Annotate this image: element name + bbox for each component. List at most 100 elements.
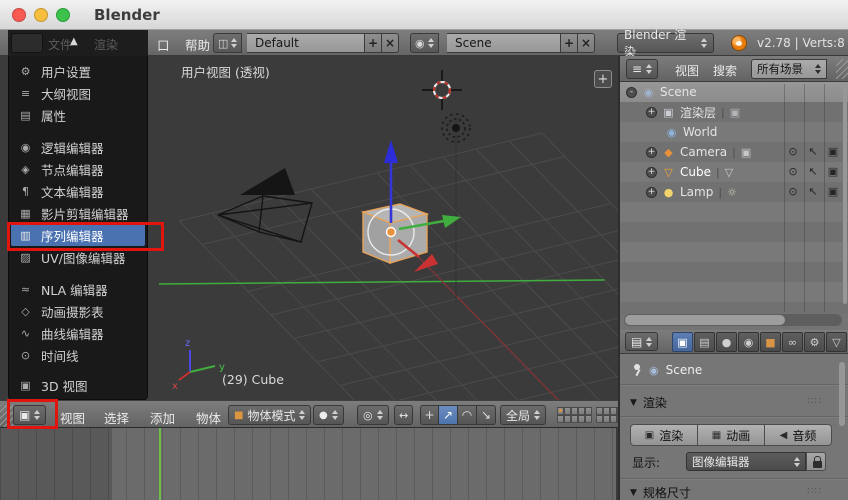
lock-interface-button[interactable] (806, 452, 826, 471)
editor-type-button-pressed[interactable] (11, 33, 43, 53)
graph-icon: ∿ (20, 326, 31, 340)
object-menu[interactable]: 物体 (196, 408, 221, 427)
render-restrict-icon[interactable]: ▣ (823, 142, 843, 162)
close-window-button[interactable] (12, 7, 26, 22)
render-restrict-icon[interactable]: ▣ (823, 162, 843, 182)
rotate-manipulator-button[interactable]: ◠ (458, 405, 477, 425)
properties-vertical-scrollbar[interactable] (839, 362, 845, 426)
outliner-vertical-scrollbar[interactable] (843, 86, 847, 304)
outliner-search-menu[interactable]: 搜索 (713, 62, 737, 79)
expand-icon[interactable]: + (646, 166, 657, 178)
menu-item-node-editor[interactable]: ◈ 节点编辑器 (9, 158, 147, 180)
tab-render[interactable]: ▣ (672, 332, 693, 352)
zoom-window-button[interactable] (56, 7, 70, 22)
menu-item-user-preferences[interactable]: ⚙ 用户设置 (9, 60, 147, 82)
translate-manipulator-button[interactable]: ↗ (439, 405, 458, 425)
delete-layout-button[interactable]: × (382, 33, 399, 53)
outliner-row-scene[interactable]: - ◉ Scene (620, 82, 848, 102)
menu-item-3d-view[interactable]: ▣ 3D 视图 (9, 374, 147, 396)
tab-object-data[interactable]: ▽ (826, 332, 847, 352)
layers-widget-left[interactable] (557, 407, 592, 423)
collapse-icon[interactable]: - (626, 86, 637, 98)
scrollbar-thumb[interactable] (625, 315, 785, 325)
add-layout-button[interactable]: + (365, 33, 382, 53)
menu-item-logic-editor[interactable]: ◉ 逻辑编辑器 (9, 136, 147, 158)
manipulate-center-points-button[interactable]: ↔ (394, 405, 414, 425)
viewport-shading-dropdown[interactable]: ● (313, 405, 344, 425)
outliner-row-world[interactable]: ◉ World (620, 122, 848, 142)
outliner-row-renderlayers[interactable]: + ▣ 渲染层 | ▣ (620, 102, 848, 122)
display-mode-dropdown[interactable]: 图像编辑器 (686, 452, 806, 471)
minimize-window-button[interactable] (34, 7, 48, 22)
timeline-editor[interactable] (0, 428, 616, 500)
tab-world[interactable]: ◉ (738, 332, 759, 352)
help-menu[interactable]: 帮助 (185, 35, 210, 54)
add-scene-button[interactable]: + (561, 33, 578, 53)
editor-type-button[interactable]: ▤ (625, 332, 659, 351)
outliner-row-camera[interactable]: + ◆ Camera | ▣ ⊙ ↖ ▣ (620, 142, 848, 162)
properties-shelf-expand-button[interactable]: + (594, 70, 612, 88)
screen-layout-selector-icon[interactable]: ◫ (213, 33, 243, 53)
scale-manipulator-button[interactable]: ↘ (477, 405, 496, 425)
pin-icon[interactable] (632, 363, 642, 377)
window-menu-partial[interactable]: 口 (157, 35, 170, 54)
visibility-eye-icon[interactable]: ⊙ (783, 182, 803, 202)
outliner-horizontal-scrollbar[interactable] (624, 314, 842, 326)
scene-selector-icon[interactable]: ◉ (410, 33, 439, 53)
menu-item-nla-editor[interactable]: ≈ NLA 编辑器 (9, 278, 147, 300)
audio-button[interactable]: ◀ 音频 (765, 424, 832, 446)
tab-modifiers[interactable]: ⚙ (804, 332, 825, 352)
expand-icon[interactable]: + (646, 186, 657, 198)
dimensions-section-header[interactable]: ▼ 规格尺寸 (630, 484, 691, 500)
selectability-cursor-icon[interactable]: ↖ (803, 162, 823, 182)
tab-render-layers[interactable]: ▤ (694, 332, 715, 352)
orientation-value: 全局 (506, 408, 531, 423)
visibility-eye-icon[interactable]: ⊙ (783, 162, 803, 182)
lamp-object[interactable] (441, 113, 471, 302)
selectability-cursor-icon[interactable]: ↖ (803, 142, 823, 162)
tab-object[interactable]: ■ (760, 332, 781, 352)
layout-name-field[interactable]: Default (247, 33, 365, 53)
animation-button[interactable]: ▦ 动画 (698, 424, 765, 446)
menu-item-dope-sheet[interactable]: ◇ 动画摄影表 (9, 300, 147, 322)
visibility-eye-icon[interactable]: ⊙ (783, 142, 803, 162)
layers-widget-right[interactable] (596, 407, 618, 423)
expand-icon[interactable]: + (646, 106, 657, 118)
transform-orientation-dropdown[interactable]: 全局 (500, 405, 547, 425)
menu-item-graph-editor[interactable]: ∿ 曲线编辑器 (9, 322, 147, 344)
outliner-view-menu[interactable]: 视图 (675, 62, 699, 79)
camera-object[interactable] (217, 168, 313, 243)
resize-corner-icon[interactable] (836, 59, 848, 79)
delete-scene-button[interactable]: × (578, 33, 595, 53)
outliner-row-lamp[interactable]: + ● Lamp | ☼ ⊙ ↖ ▣ (620, 182, 848, 202)
render-engine-dropdown[interactable]: Blender 渲染 (617, 28, 714, 59)
panel-drag-dots-icon[interactable]: ∷∷ (807, 486, 822, 497)
image-icon: ▨ (20, 250, 31, 264)
timeline-playhead[interactable] (159, 428, 161, 500)
selectability-cursor-icon[interactable]: ↖ (803, 182, 823, 202)
editor-type-button[interactable]: ≡ (626, 59, 659, 79)
menu-item-timeline[interactable]: ⊙ 时间线 (9, 344, 147, 366)
add-menu[interactable]: 添加 (150, 408, 175, 427)
display-mode-dropdown[interactable]: 所有场景 (751, 59, 827, 79)
menu-item-movie-clip-editor[interactable]: ▦ 影片剪辑编辑器 (9, 202, 147, 224)
render-button[interactable]: ▣ 渲染 (630, 424, 698, 446)
outliner-row-cube[interactable]: + ▽ Cube | ▽ ⊙ ↖ ▣ (620, 162, 848, 182)
view-menu[interactable]: 视图 (60, 408, 85, 427)
menu-item-text-editor[interactable]: ¶ 文本编辑器 (9, 180, 147, 202)
editor-menu-top-overlay: 文件 ▲ 渲染 (8, 30, 148, 56)
scene-name-field[interactable]: Scene (447, 33, 561, 53)
menu-item-outliner[interactable]: ≡ 大纲视图 (9, 82, 147, 104)
tab-constraints[interactable]: ∞ (782, 332, 803, 352)
mode-dropdown[interactable]: ■ 物体模式 (228, 405, 312, 425)
panel-drag-dots-icon[interactable]: ∷∷ (807, 396, 822, 407)
manipulator-toggle-button[interactable]: + (420, 405, 439, 425)
select-menu[interactable]: 选择 (104, 408, 129, 427)
pivot-point-dropdown[interactable]: ◎ (357, 405, 389, 425)
render-restrict-icon[interactable]: ▣ (823, 182, 843, 202)
cursor-3d[interactable] (422, 70, 462, 110)
tab-scene[interactable]: ● (716, 332, 737, 352)
expand-icon[interactable]: + (646, 146, 657, 158)
render-section-header[interactable]: ▼ 渲染 (630, 394, 667, 411)
menu-item-properties[interactable]: ▤ 属性 (9, 104, 147, 126)
